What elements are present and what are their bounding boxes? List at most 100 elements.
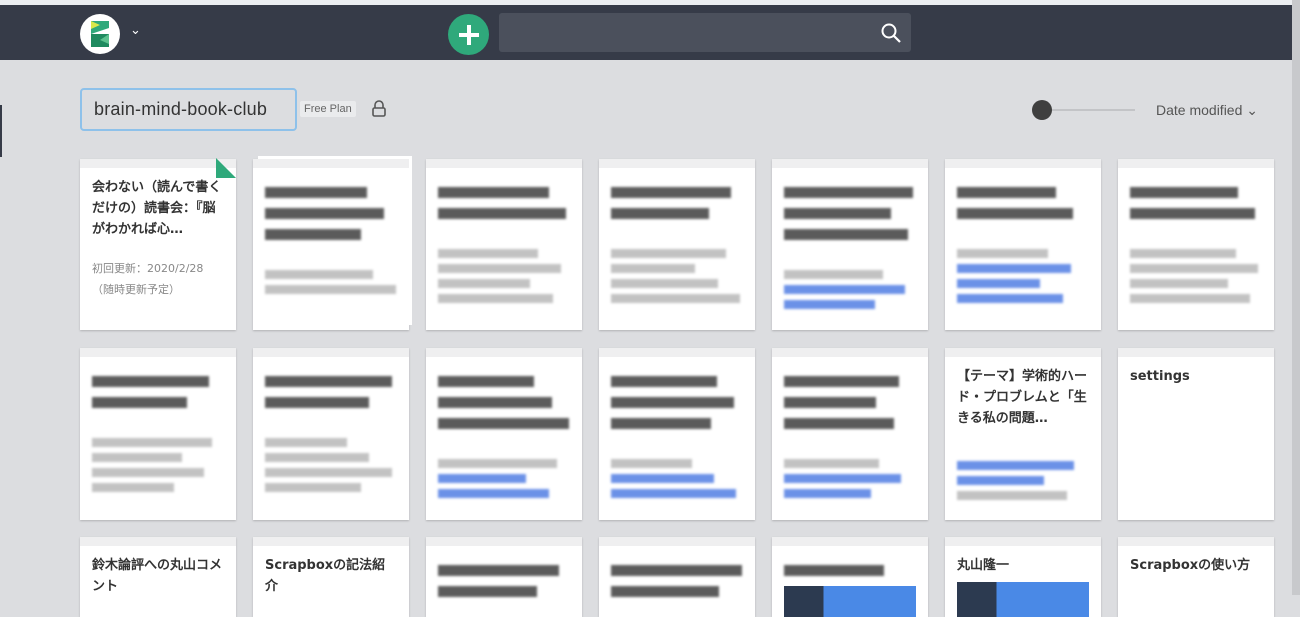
blurred-text (957, 476, 1045, 485)
blurred-text (438, 565, 560, 576)
blurred-text (265, 453, 370, 462)
page-card[interactable] (599, 348, 755, 520)
page-card[interactable] (426, 348, 582, 520)
blurred-text (611, 279, 718, 288)
blurred-text (611, 187, 732, 198)
blurred-text (957, 491, 1067, 500)
blurred-text (957, 249, 1049, 258)
blurred-text (265, 187, 367, 198)
blurred-text (92, 397, 188, 408)
blurred-text (784, 397, 877, 408)
blurred-text (265, 397, 370, 408)
blurred-text (265, 270, 374, 279)
card-size-slider[interactable] (1032, 100, 1135, 120)
page-card[interactable]: Scrapboxの記法紹介 (253, 537, 409, 617)
blurred-text (957, 264, 1071, 273)
blurred-text (957, 279, 1041, 288)
page-card[interactable] (772, 348, 928, 520)
blurred-text (265, 285, 396, 294)
blurred-text (611, 208, 709, 219)
page-card[interactable] (599, 537, 755, 617)
chevron-down-icon[interactable]: ⌄ (130, 23, 141, 38)
page-card[interactable] (426, 159, 582, 330)
page-card[interactable] (772, 537, 928, 617)
blurred-text (1130, 249, 1236, 258)
blurred-text (1130, 264, 1259, 273)
search-icon[interactable] (880, 22, 902, 44)
blurred-text (438, 187, 549, 198)
page-card[interactable]: 鈴木論評への丸山コメント (80, 537, 236, 617)
blurred-text (611, 565, 742, 576)
page-card[interactable] (426, 537, 582, 617)
blurred-text (438, 418, 569, 429)
blurred-text (92, 376, 210, 387)
blurred-text (265, 483, 362, 492)
page-card[interactable] (253, 348, 409, 520)
card-title: 鈴木論評への丸山コメント (92, 558, 223, 594)
page-card[interactable] (1118, 159, 1274, 330)
page-card[interactable] (945, 159, 1101, 330)
blurred-text (611, 376, 717, 387)
page-scrollbar[interactable] (1292, 0, 1300, 595)
page-card[interactable]: 会わない（読んで書くだけの）読書会：『脳がわかれば心… 初回更新：2020/2/2… (80, 159, 236, 330)
blurred-text (438, 264, 561, 273)
blurred-text (438, 279, 531, 288)
navbar: ⌄ (0, 5, 1292, 60)
blurred-text (265, 208, 384, 219)
sort-dropdown[interactable]: Date modified ⌄ (1156, 102, 1258, 119)
page-card[interactable] (772, 159, 928, 330)
blurred-text (1130, 187, 1239, 198)
page-card[interactable] (599, 159, 755, 330)
blurred-text (92, 468, 205, 477)
blurred-text (611, 397, 734, 408)
plus-icon (458, 24, 479, 45)
blurred-text (611, 264, 696, 273)
page-card[interactable] (253, 159, 409, 330)
blurred-text (1130, 208, 1256, 219)
blurred-text (611, 586, 720, 597)
card-title: Scrapboxの使い方 (1130, 558, 1251, 573)
page-card[interactable]: settings (1118, 348, 1274, 520)
page-card[interactable]: Scrapboxの使い方 (1118, 537, 1274, 617)
search-input[interactable] (499, 13, 911, 52)
card-thumbnail (957, 582, 1089, 617)
blurred-text (438, 459, 557, 468)
blurred-text (611, 459, 692, 468)
blurred-text (957, 461, 1075, 470)
scrapbox-logo-icon[interactable] (80, 14, 120, 54)
blurred-text (265, 376, 392, 387)
card-title: 会わない（読んで書くだけの）読書会：『脳がわかれば心… (92, 180, 222, 237)
new-page-button[interactable] (448, 14, 489, 55)
blurred-text (611, 474, 714, 483)
plan-badge: Free Plan (300, 101, 356, 117)
blurred-text (438, 397, 552, 408)
page-card[interactable] (80, 348, 236, 520)
card-description: 初回更新：2020/2/28（随時更新予定） (92, 262, 204, 296)
card-thumbnail (784, 586, 916, 617)
project-name[interactable]: brain-mind-book-club (80, 88, 297, 131)
blurred-text (438, 474, 527, 483)
card-title: settings (1130, 369, 1190, 384)
slider-knob[interactable] (1032, 100, 1052, 120)
sort-label: Date modified (1156, 102, 1243, 118)
blurred-text (438, 586, 537, 597)
page-card[interactable]: 丸山隆一 (945, 537, 1101, 617)
blurred-text (611, 418, 712, 429)
page-card[interactable]: 【テーマ】学術的ハード・プロブレムと「生きる私の問題… (945, 348, 1101, 520)
blurred-text (438, 208, 567, 219)
blurred-text (784, 187, 914, 198)
blurred-text (92, 438, 213, 447)
blurred-text (784, 565, 885, 576)
blurred-text (265, 438, 347, 447)
blurred-text (438, 376, 535, 387)
blurred-text (784, 229, 909, 240)
pin-corner-icon (216, 158, 236, 178)
blurred-text (784, 489, 872, 498)
chevron-down-icon: ⌄ (1246, 102, 1259, 118)
blurred-text (784, 208, 891, 219)
blurred-text (265, 229, 362, 240)
lock-icon[interactable] (371, 100, 387, 118)
blurred-text (611, 294, 741, 303)
blurred-text (957, 429, 1089, 455)
blurred-text (784, 285, 906, 294)
